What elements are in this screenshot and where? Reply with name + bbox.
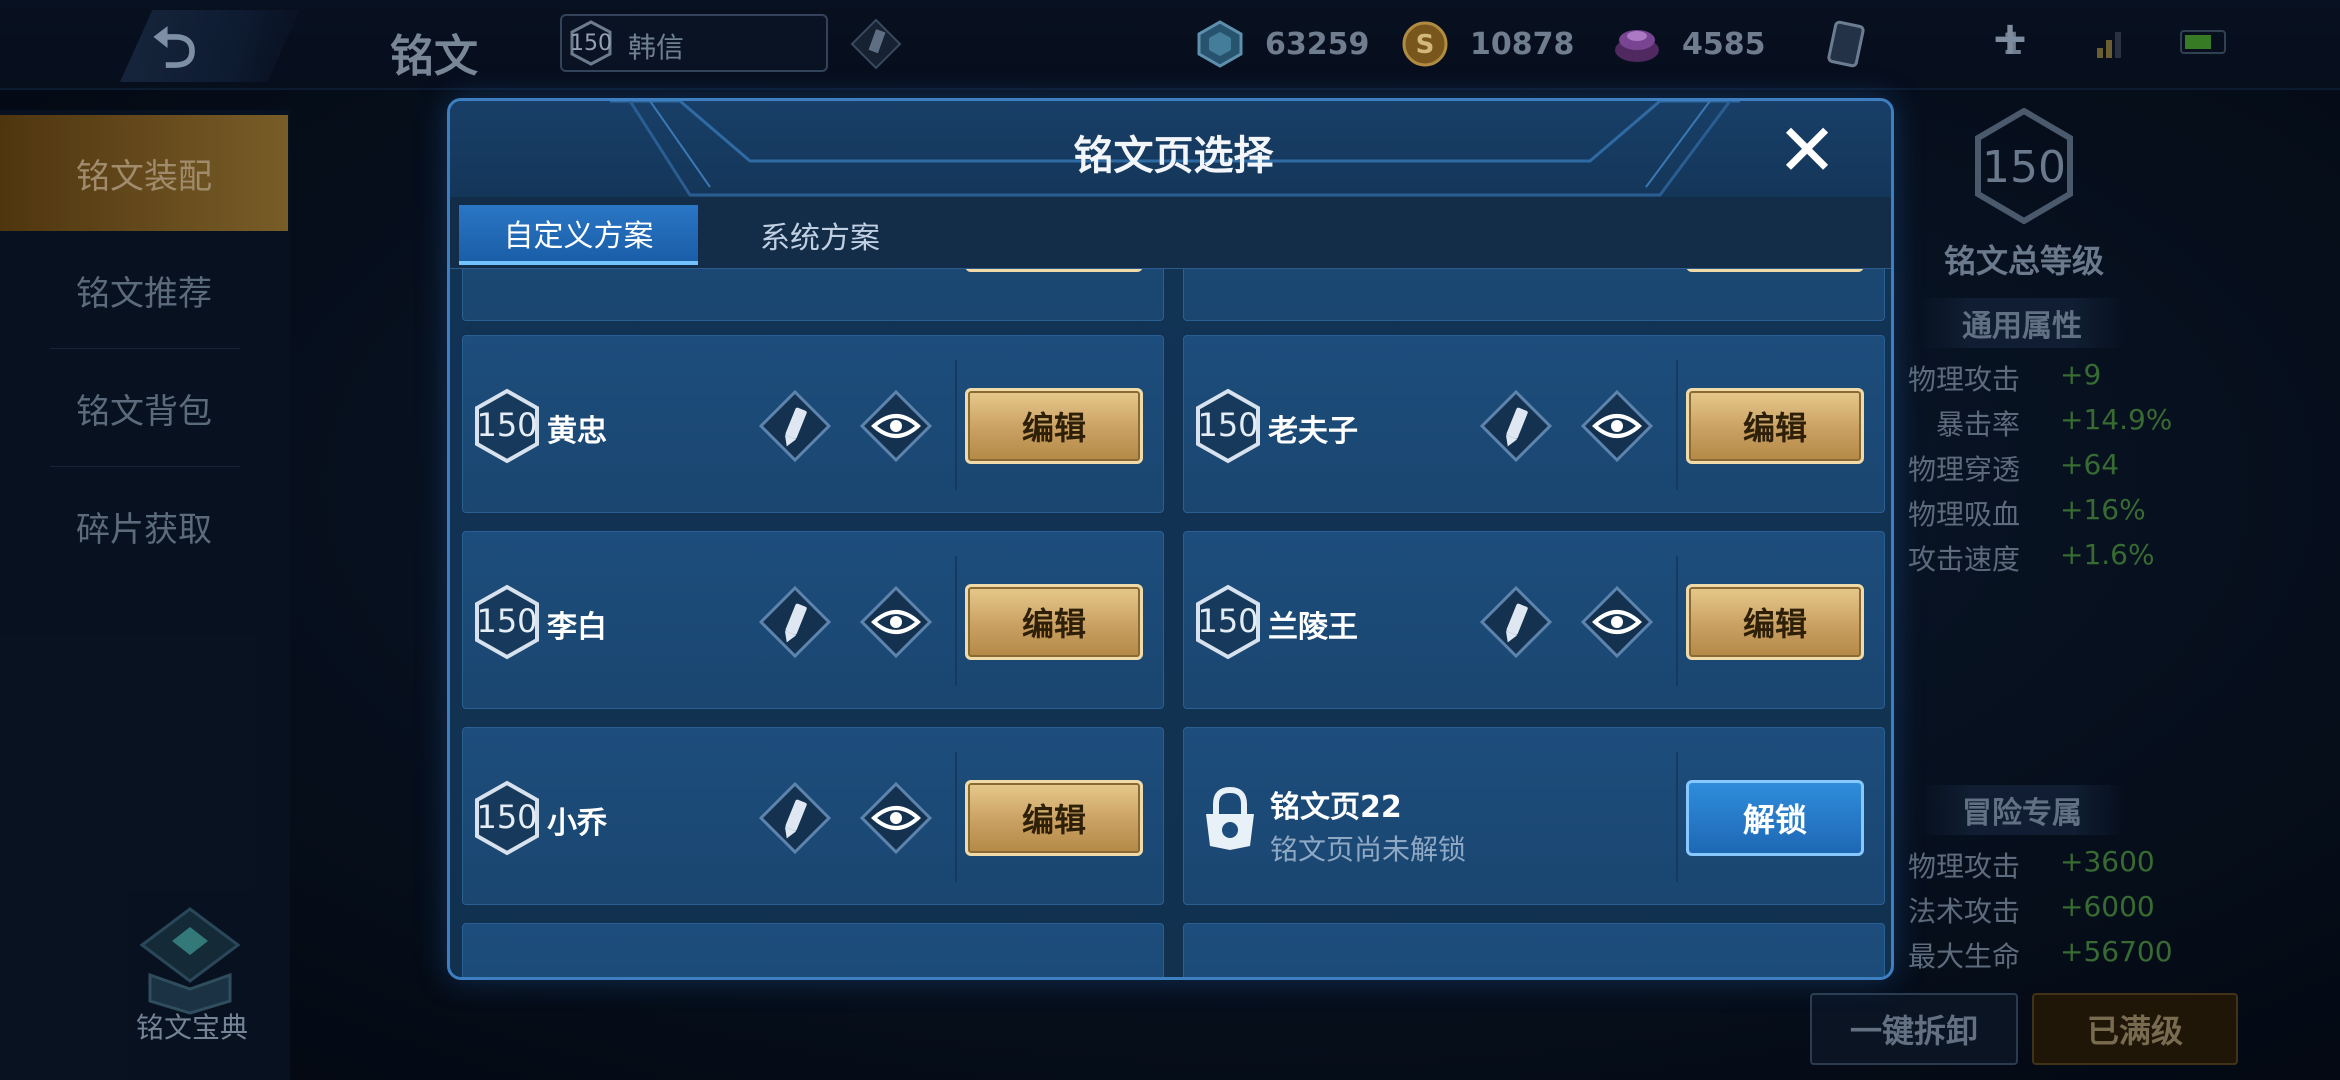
eye-icon[interactable] [1579,584,1655,660]
unlock-button[interactable]: 解锁 [1686,780,1864,856]
rune-page-name: 兰陵王 [1268,610,1358,645]
eye-icon[interactable] [858,780,934,856]
rename-pencil-icon[interactable] [757,584,833,660]
level-badge: 150 [1194,584,1262,660]
lock-icon [1206,786,1254,850]
divider [955,752,957,882]
rune-page-name: 李白 [547,610,607,645]
level-badge: 150 [473,584,541,660]
dialog-title: 铭文页选择 [1073,133,1274,179]
rune-page-card-partial: 编辑 [462,269,1164,321]
eye-icon[interactable] [858,388,934,464]
eye-icon[interactable] [1579,388,1655,464]
rune-page-name: 小乔 [547,806,607,841]
rename-pencil-icon[interactable] [1478,388,1554,464]
tab-custom[interactable]: 自定义方案 [459,205,698,265]
divider [955,360,957,490]
rune-page-name: 黄忠 [547,414,607,449]
rename-pencil-icon[interactable] [1478,584,1554,660]
edit-button-partial[interactable]: 编辑 [965,269,1143,272]
tab-system[interactable]: 系统方案 [720,205,920,265]
game-screen: ⮌ 铭文 150 韩信 63259 S 10878 4585 1 + 铭文装配 … [0,0,2340,1080]
rune-page-card[interactable]: 150 小乔 编辑 [462,727,1164,905]
locked-rune-page-card[interactable]: 铭文页22 铭文页尚未解锁 解锁 [1183,727,1885,905]
edit-button-partial[interactable]: 编辑 [1686,269,1864,272]
rune-page-list[interactable]: 编辑 编辑 150 黄忠 编辑 150 [450,269,1891,977]
rename-pencil-icon[interactable] [757,388,833,464]
edit-button[interactable]: 编辑 [1686,388,1864,464]
close-icon[interactable]: ✕ [1772,114,1842,186]
rune-page-card[interactable]: 150 李白 编辑 [462,531,1164,709]
dialog-tabs: 自定义方案 系统方案 [450,197,1891,269]
rune-page-card[interactable]: 150 兰陵王 编辑 [1183,531,1885,709]
rune-page-card[interactable]: 150 老夫子 编辑 [1183,335,1885,513]
edit-button[interactable]: 编辑 [965,584,1143,660]
divider [1676,752,1678,882]
eye-icon[interactable] [858,584,934,660]
edit-button[interactable]: 编辑 [1686,584,1864,660]
rune-page-name: 老夫子 [1268,414,1358,449]
rune-page-card-partial [1183,923,1885,977]
edit-button[interactable]: 编辑 [965,388,1143,464]
divider [1676,360,1678,490]
locked-page-title: 铭文页22 [1270,790,1402,825]
level-badge: 150 [1194,388,1262,464]
divider [1676,556,1678,686]
edit-button[interactable]: 编辑 [965,780,1143,856]
rename-pencil-icon[interactable] [757,780,833,856]
level-badge: 150 [473,780,541,856]
locked-page-subtitle: 铭文页尚未解锁 [1270,833,1467,866]
rune-page-card[interactable]: 150 黄忠 编辑 [462,335,1164,513]
rune-page-dialog: 铭文页选择 ✕ 自定义方案 系统方案 编辑 编辑 150 黄忠 [447,98,1894,980]
level-badge: 150 [473,388,541,464]
rune-page-card-partial: 编辑 [1183,269,1885,321]
rune-page-card-partial [462,923,1164,977]
divider [955,556,957,686]
